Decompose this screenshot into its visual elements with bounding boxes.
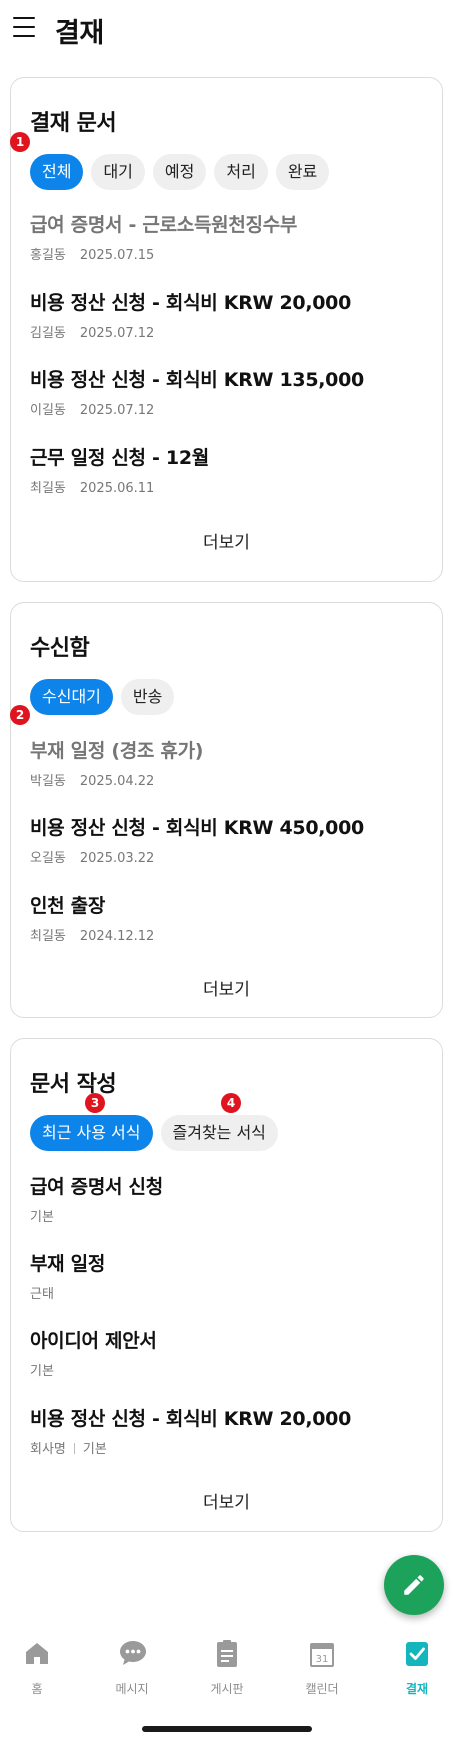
chip-scheduled[interactable]: 예정 bbox=[152, 154, 207, 190]
compose-fab-button[interactable] bbox=[384, 1555, 444, 1615]
annotation-badge-3: 3 bbox=[85, 1093, 105, 1113]
document-title: 비용 정산 신청 - 회식비 KRW 135,000 bbox=[30, 369, 364, 391]
chip-awaiting[interactable]: 수신대기 bbox=[30, 679, 113, 715]
document-item[interactable]: 인천 출장 최길동 2024.12.12 bbox=[30, 891, 430, 944]
form-category: 근태 bbox=[30, 1287, 54, 1302]
tab-label: 결재 bbox=[405, 1682, 429, 1696]
chip-pending[interactable]: 대기 bbox=[91, 154, 145, 190]
form-item[interactable]: 급여 증명서 신청 기본 bbox=[30, 1172, 430, 1225]
tab-board[interactable]: 게시판 bbox=[182, 1628, 272, 1714]
approval-documents-card: 결재 문서 전체 대기 예정 처리 완료 급여 증명서 - 근로소득원천징수부 … bbox=[10, 77, 443, 582]
board-icon bbox=[217, 1640, 237, 1667]
document-title: 부재 일정 (경조 휴가) bbox=[30, 740, 204, 762]
document-author: 박길동 bbox=[30, 774, 66, 789]
document-date: 2025.03.22 bbox=[79, 851, 155, 866]
document-title: 인천 출장 bbox=[30, 895, 106, 917]
chip-processed[interactable]: 처리 bbox=[214, 154, 268, 190]
filter-chips: 수신대기 반송 bbox=[30, 679, 175, 715]
card-title: 문서 작성 bbox=[30, 1072, 117, 1097]
inbox-card: 수신함 수신대기 반송 부재 일정 (경조 휴가) 박길동 2025.04.22 … bbox=[10, 602, 443, 1018]
chip-returned[interactable]: 반송 bbox=[120, 679, 175, 715]
form-item[interactable]: 아이디어 제안서 기본 bbox=[30, 1326, 430, 1379]
bottom-tab-bar: 홈 메시지 게시판 31 캘린더 결재 bbox=[0, 1628, 453, 1714]
form-item[interactable]: 부재 일정 근태 bbox=[30, 1249, 430, 1302]
document-title: 근무 일정 신청 - 12월 bbox=[30, 447, 209, 469]
card-title: 수신함 bbox=[30, 636, 90, 661]
approval-icon bbox=[406, 1642, 428, 1666]
document-item[interactable]: 비용 정산 신청 - 회식비 KRW 20,000 김길동 2025.07.12 bbox=[30, 288, 430, 341]
chip-recent-forms[interactable]: 최근 사용 서식 bbox=[30, 1115, 153, 1151]
tab-approval[interactable]: 결재 bbox=[372, 1628, 453, 1714]
document-author: 최길동 bbox=[30, 929, 66, 944]
app-header: 결재 bbox=[0, 0, 453, 56]
more-button[interactable]: 더보기 bbox=[11, 975, 442, 1000]
chip-favorite-forms[interactable]: 즐겨찾는 서식 bbox=[160, 1115, 278, 1151]
document-date: 2025.04.22 bbox=[79, 774, 155, 789]
document-title: 비용 정산 신청 - 회식비 KRW 20,000 bbox=[30, 292, 352, 314]
home-icon bbox=[26, 1643, 48, 1664]
menu-icon[interactable] bbox=[13, 17, 35, 38]
home-indicator bbox=[142, 1726, 312, 1732]
tab-messages[interactable]: 메시지 bbox=[87, 1628, 177, 1714]
document-item[interactable]: 근무 일정 신청 - 12월 최길동 2025.06.11 bbox=[30, 443, 430, 496]
chip-all[interactable]: 전체 bbox=[30, 154, 84, 190]
annotation-badge-4: 4 bbox=[221, 1093, 241, 1113]
document-title: 비용 정산 신청 - 회식비 KRW 450,000 bbox=[30, 817, 364, 839]
form-title: 급여 증명서 신청 bbox=[30, 1176, 163, 1198]
tab-label: 게시판 bbox=[210, 1682, 244, 1696]
form-title: 비용 정산 신청 - 회식비 KRW 20,000 bbox=[30, 1408, 352, 1430]
form-category: 기본 bbox=[30, 1210, 54, 1225]
filter-chips: 최근 사용 서식 즐겨찾는 서식 bbox=[30, 1115, 278, 1151]
page-title: 결재 bbox=[55, 18, 104, 49]
document-date: 2025.06.11 bbox=[79, 481, 155, 496]
document-date: 2025.07.15 bbox=[79, 248, 155, 263]
calendar-day: 31 bbox=[316, 1654, 329, 1665]
tab-label: 캘린더 bbox=[305, 1682, 339, 1696]
form-title: 아이디어 제안서 bbox=[30, 1330, 157, 1352]
filter-chips: 전체 대기 예정 처리 완료 bbox=[30, 154, 330, 190]
document-date: 2024.12.12 bbox=[79, 929, 155, 944]
annotation-badge-2: 2 bbox=[10, 705, 30, 725]
document-author: 오길동 bbox=[30, 851, 66, 866]
chat-icon bbox=[120, 1641, 146, 1665]
more-button[interactable]: 더보기 bbox=[11, 528, 442, 553]
meta-divider bbox=[73, 1443, 75, 1454]
document-item[interactable]: 부재 일정 (경조 휴가) 박길동 2025.04.22 bbox=[30, 736, 430, 789]
document-author: 홍길동 bbox=[30, 248, 66, 263]
document-item[interactable]: 비용 정산 신청 - 회식비 KRW 135,000 이길동 2025.07.12 bbox=[30, 365, 430, 418]
chip-completed[interactable]: 완료 bbox=[275, 154, 330, 190]
document-author: 이길동 bbox=[30, 403, 66, 418]
document-item[interactable]: 비용 정산 신청 - 회식비 KRW 450,000 오길동 2025.03.22 bbox=[30, 813, 430, 866]
form-item[interactable]: 비용 정산 신청 - 회식비 KRW 20,000 회사명 기본 bbox=[30, 1404, 430, 1457]
pencil-icon bbox=[404, 1575, 424, 1595]
document-date: 2025.07.12 bbox=[79, 403, 155, 418]
form-company: 회사명 bbox=[30, 1442, 66, 1457]
document-title: 급여 증명서 - 근로소득원천징수부 bbox=[30, 214, 298, 236]
tab-calendar[interactable]: 31 캘린더 bbox=[277, 1628, 367, 1714]
annotation-badge-1: 1 bbox=[10, 132, 30, 152]
document-date: 2025.07.12 bbox=[79, 326, 155, 341]
form-category: 기본 bbox=[82, 1442, 107, 1457]
document-item[interactable]: 급여 증명서 - 근로소득원천징수부 홍길동 2025.07.15 bbox=[30, 210, 430, 263]
tab-home[interactable]: 홈 bbox=[0, 1628, 82, 1714]
tab-label: 메시지 bbox=[115, 1682, 149, 1696]
more-button[interactable]: 더보기 bbox=[11, 1488, 442, 1513]
card-title: 결재 문서 bbox=[30, 111, 117, 136]
document-author: 최길동 bbox=[30, 481, 66, 496]
calendar-icon: 31 bbox=[310, 1643, 334, 1667]
form-category: 기본 bbox=[30, 1364, 54, 1379]
document-author: 김길동 bbox=[30, 326, 66, 341]
tab-label: 홈 bbox=[31, 1682, 43, 1696]
form-title: 부재 일정 bbox=[30, 1253, 106, 1275]
